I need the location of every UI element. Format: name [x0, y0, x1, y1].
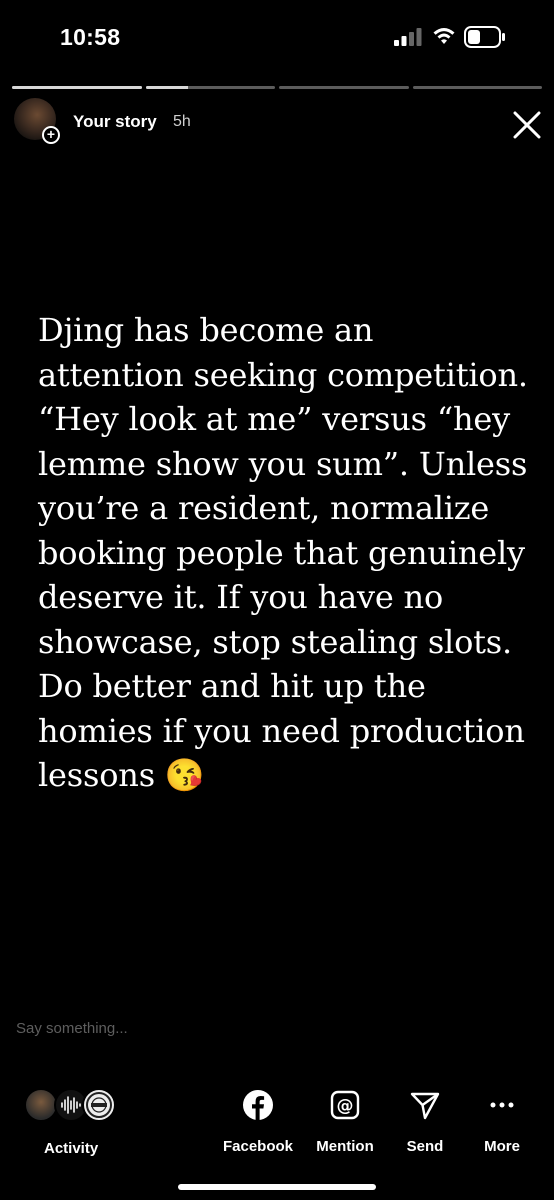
activity-label: Activity: [44, 1140, 99, 1157]
story-username[interactable]: Your story: [73, 112, 157, 132]
reply-input[interactable]: Say something...: [0, 1006, 554, 1060]
facebook-button[interactable]: Facebook: [213, 1088, 303, 1158]
status-bar: 10:58: [0, 0, 554, 78]
viewer-avatar: [82, 1088, 116, 1122]
battery-icon: [464, 26, 505, 48]
wifi-icon: [433, 28, 455, 44]
story-progress-segment: [12, 86, 142, 89]
more-icon: [490, 1102, 514, 1108]
story-progress-segment: [145, 86, 275, 89]
svg-text:@: @: [337, 1096, 354, 1116]
mention-label: Mention: [316, 1138, 374, 1155]
bottom-action-bar: Activity Facebook @ Mention Send More: [0, 1060, 554, 1200]
more-label: More: [484, 1138, 520, 1155]
story-timestamp: 5h: [173, 113, 191, 130]
story-progress-segment: [279, 86, 409, 89]
story-viewer[interactable]: + Your story 5h Djing has become an atte…: [0, 76, 554, 1060]
story-progress-fill: [145, 86, 189, 89]
send-icon: [410, 1092, 440, 1120]
add-story-icon[interactable]: +: [42, 126, 60, 144]
facebook-label: Facebook: [222, 1138, 294, 1155]
story-progress-fill: [12, 86, 142, 89]
mention-icon: @: [330, 1090, 360, 1120]
home-indicator[interactable]: [178, 1184, 376, 1190]
status-time: 10:58: [60, 24, 121, 50]
facebook-icon: [243, 1090, 273, 1120]
badge-logo-icon: [86, 1092, 112, 1118]
activity-button[interactable]: Activity: [20, 1088, 130, 1158]
reply-placeholder: Say something...: [16, 1020, 128, 1037]
story-progress-segment: [412, 86, 542, 89]
viewer-avatar: [24, 1088, 58, 1122]
close-icon[interactable]: [508, 106, 546, 144]
story-text: Djing has become an attention seeking co…: [38, 311, 528, 794]
cellular-signal-icon: [394, 28, 422, 46]
mention-button[interactable]: @ Mention: [300, 1088, 390, 1158]
story-progress-bar: [12, 86, 542, 89]
more-button[interactable]: More: [457, 1088, 547, 1158]
